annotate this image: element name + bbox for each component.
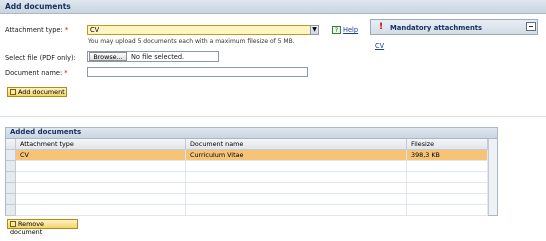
- select-file-label: Select file (PDF only):: [5, 54, 76, 62]
- add-document-button[interactable]: Add document: [7, 87, 67, 97]
- added-documents-title: Added documents: [10, 128, 82, 136]
- document-name-label: Document name: *: [5, 69, 68, 77]
- row-selector[interactable]: [6, 161, 16, 172]
- required-marker: *: [64, 69, 68, 77]
- empty-cell: [16, 183, 186, 194]
- cell-document-name: Curriculum Vitae: [186, 150, 407, 161]
- chevron-down-icon[interactable]: ▼: [310, 25, 319, 35]
- empty-cell: [16, 205, 186, 216]
- select-all-handle[interactable]: [6, 139, 16, 150]
- required-marker: *: [64, 26, 69, 34]
- cell-filesize: 398,3 KB: [407, 150, 488, 161]
- upload-hint: You may upload 5 documents each with a m…: [88, 38, 295, 45]
- empty-cell: [407, 183, 488, 194]
- row-selector[interactable]: [6, 205, 16, 216]
- empty-cell: [16, 161, 186, 172]
- add-icon: [10, 89, 16, 95]
- row-selector[interactable]: [6, 172, 16, 183]
- section-title: Add documents: [5, 2, 71, 11]
- attachment-type-label: Attachment type: *: [5, 26, 68, 34]
- mandatory-attachments-title: Mandatory attachments: [390, 24, 483, 32]
- row-selector[interactable]: [6, 150, 16, 161]
- vertical-scrollbar[interactable]: [488, 139, 497, 215]
- attachment-type-value: CV: [90, 26, 100, 34]
- delete-icon: [10, 221, 16, 227]
- table-row[interactable]: CV Curriculum Vitae 398,3 KB: [6, 150, 497, 161]
- file-status: No file selected.: [131, 53, 185, 61]
- empty-cell: [407, 194, 488, 205]
- table-row: [6, 172, 497, 183]
- row-selector[interactable]: [6, 194, 16, 205]
- table-row: [6, 194, 497, 205]
- empty-cell: [407, 161, 488, 172]
- add-document-label: Add document: [18, 88, 65, 96]
- empty-cell: [186, 194, 407, 205]
- empty-cell: [407, 172, 488, 183]
- empty-cell: [186, 172, 407, 183]
- empty-cell: [16, 194, 186, 205]
- section-header: [0, 0, 546, 14]
- document-name-field[interactable]: [87, 67, 308, 77]
- column-header-filesize[interactable]: Filesize: [407, 139, 488, 150]
- collapse-icon[interactable]: [526, 22, 536, 31]
- remove-document-button[interactable]: Remove document: [7, 219, 78, 236]
- table-row: [6, 183, 497, 194]
- empty-cell: [407, 205, 488, 216]
- documents-table: Attachment type Document name Filesize C…: [5, 138, 498, 216]
- attachment-type-label-text: Attachment type:: [5, 26, 63, 34]
- mandatory-attachment-link[interactable]: CV: [375, 42, 384, 50]
- browse-button[interactable]: Browse...: [89, 52, 127, 61]
- warning-icon: !: [379, 22, 384, 32]
- empty-cell: [186, 183, 407, 194]
- document-name-label-text: Document name:: [5, 69, 63, 77]
- row-selector[interactable]: [6, 183, 16, 194]
- help-link[interactable]: Help: [343, 26, 358, 34]
- column-header-attachment-type[interactable]: Attachment type: [16, 139, 186, 150]
- help-icon[interactable]: ?: [332, 26, 341, 34]
- table-row: [6, 205, 497, 216]
- empty-cell: [16, 172, 186, 183]
- attachment-type-select[interactable]: [87, 25, 319, 35]
- cell-attachment-type: CV: [16, 150, 186, 161]
- empty-cell: [186, 161, 407, 172]
- table-row: [6, 161, 497, 172]
- empty-cell: [186, 205, 407, 216]
- column-header-document-name[interactable]: Document name: [186, 139, 407, 150]
- divider: [0, 116, 546, 117]
